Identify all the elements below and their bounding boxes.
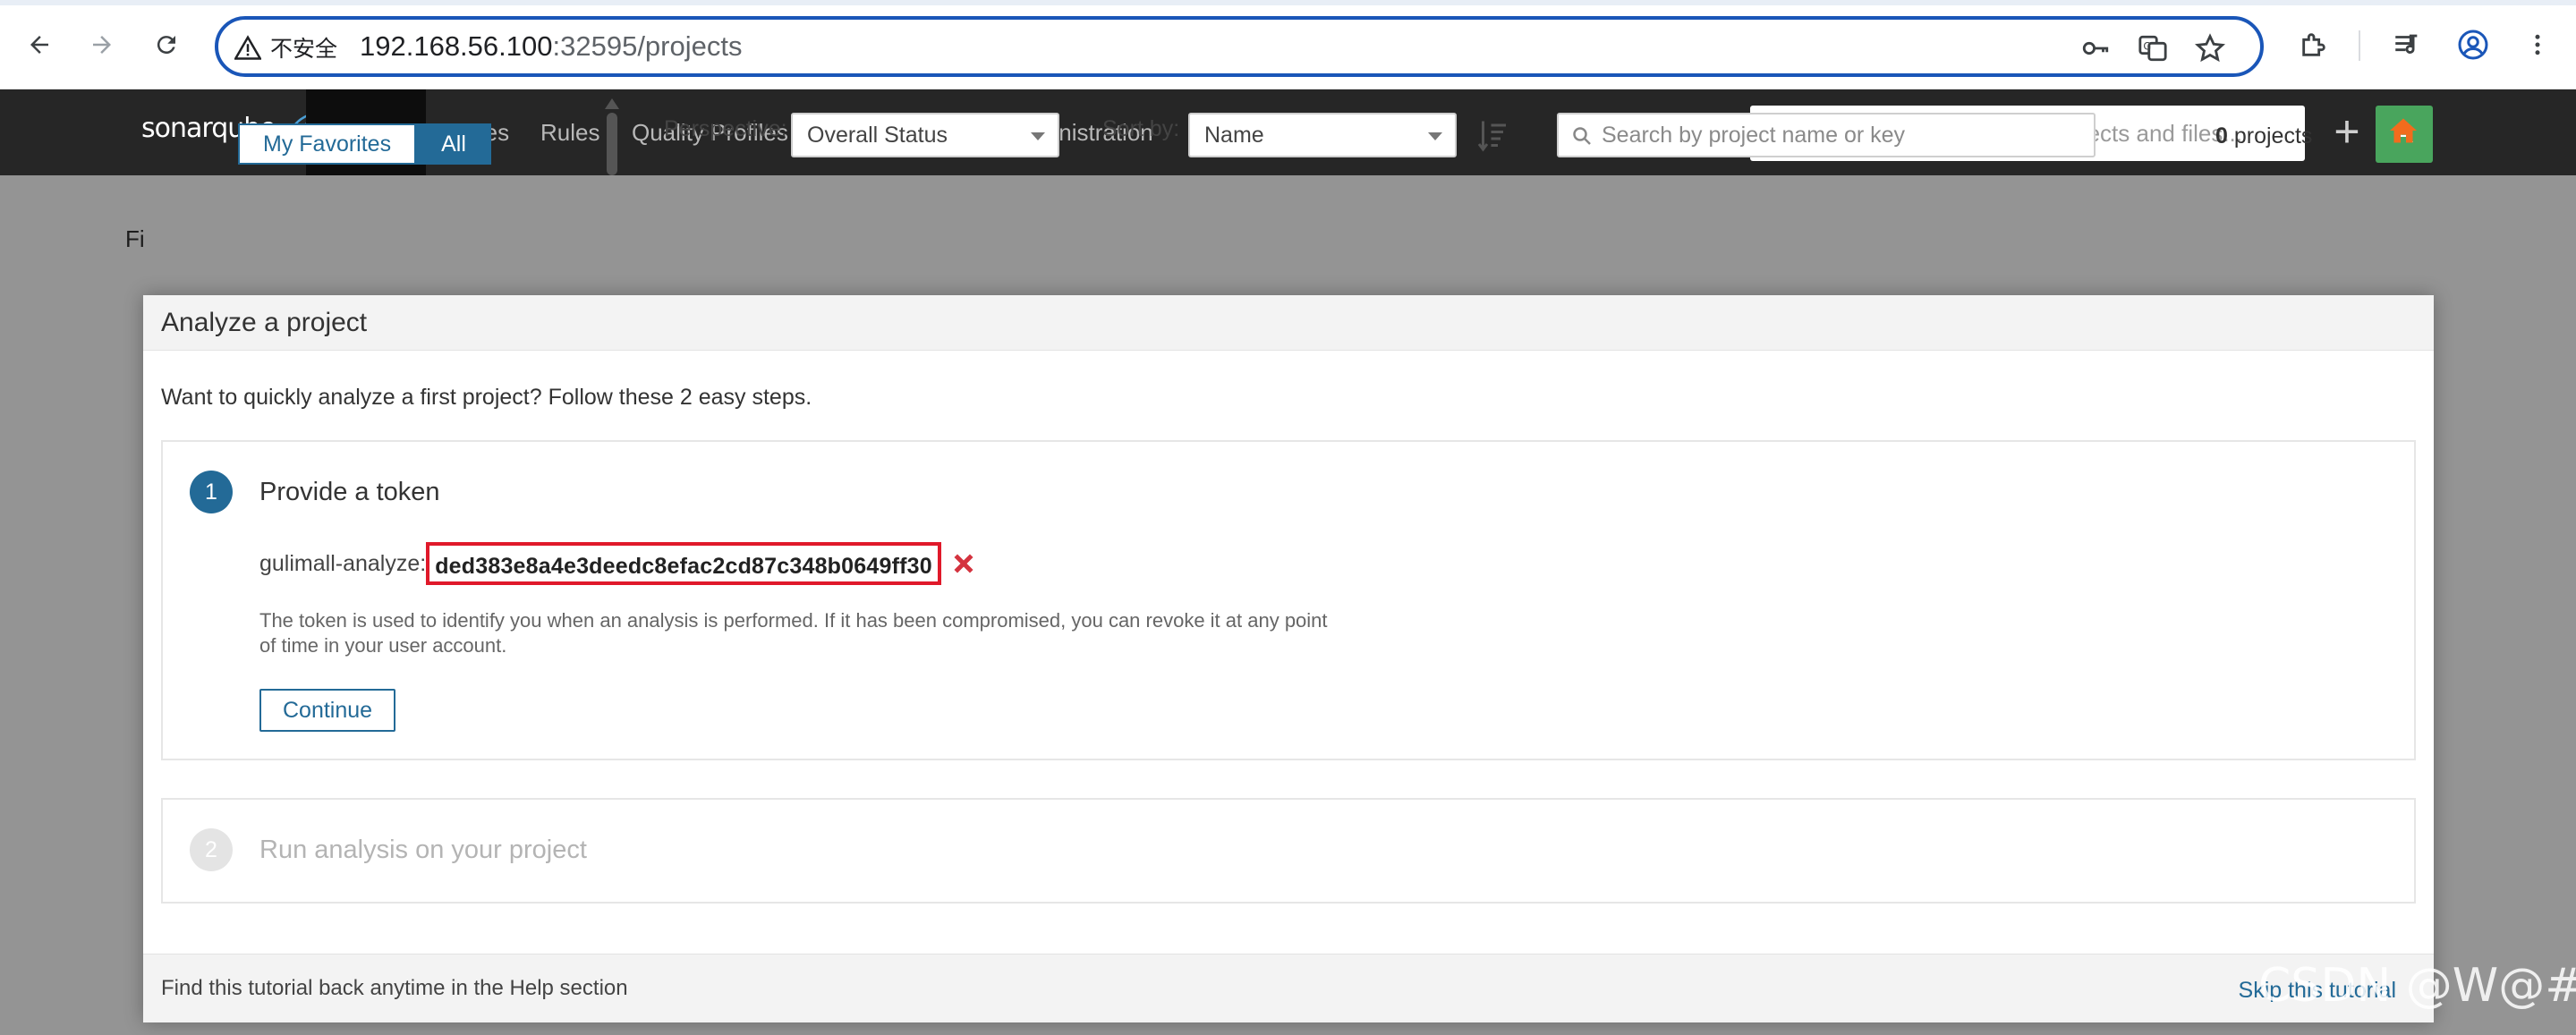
- project-search-input[interactable]: [1602, 115, 2085, 156]
- extensions-icon[interactable]: [2289, 20, 2339, 70]
- continue-button[interactable]: Continue: [259, 689, 396, 732]
- profile-icon[interactable]: [2448, 20, 2498, 70]
- reload-button[interactable]: [141, 20, 191, 70]
- modal-footer: Find this tutorial back anytime in the H…: [143, 954, 2434, 1022]
- perspective-select[interactable]: Overall Status: [791, 113, 1059, 157]
- project-search[interactable]: [1557, 113, 2096, 157]
- toolbar-divider: [2359, 30, 2360, 61]
- url-host: 192.168.56.100: [360, 30, 553, 62]
- chevron-down-icon: [1428, 132, 1442, 140]
- revoke-token-icon[interactable]: [950, 550, 977, 577]
- step-number: 1: [190, 471, 233, 513]
- step-run-analysis: 2 Run analysis on your project: [161, 798, 2416, 904]
- search-icon: [1573, 127, 1591, 145]
- url-text[interactable]: 192.168.56.100:32595/projects: [360, 30, 742, 63]
- token-name: gulimall-analyze:: [259, 550, 427, 576]
- back-button[interactable]: [14, 20, 64, 70]
- tab-strip: [0, 0, 2576, 5]
- create-plus-button[interactable]: +: [2323, 109, 2371, 157]
- reload-icon: [157, 36, 175, 55]
- step-provide-token: 1 Provide a token gulimall-analyze: ded3…: [161, 440, 2416, 760]
- sort-direction-icon[interactable]: [1476, 118, 1509, 154]
- csdn-watermark: CSDN @W@#: [2258, 959, 2576, 1013]
- project-count-number: 0: [2215, 123, 2228, 148]
- token-value[interactable]: ded383e8a4e3deedc8efac2cd87c348b0649ff30: [426, 542, 941, 585]
- favorites-toggle: My Favorites All: [238, 123, 491, 165]
- step-title: Provide a token: [259, 478, 440, 506]
- perspective-label: Perspective:: [664, 116, 787, 141]
- url-path: :32595/projects: [552, 30, 743, 62]
- bookmark-star-icon[interactable]: [2192, 30, 2228, 66]
- step-title: Run analysis on your project: [259, 836, 587, 864]
- forward-button[interactable]: [77, 20, 127, 70]
- password-key-icon[interactable]: [2078, 30, 2113, 66]
- modal-intro: Want to quickly analyze a first project?…: [161, 385, 812, 410]
- scroll-up-arrow-icon[interactable]: [605, 98, 619, 109]
- all-button[interactable]: All: [416, 123, 491, 165]
- security-indicator[interactable]: 不安全: [234, 32, 337, 63]
- sort-select[interactable]: Name: [1188, 113, 1457, 157]
- sidebar-scrollbar[interactable]: [605, 98, 619, 179]
- token-note: The token is used to identify you when a…: [259, 609, 1328, 657]
- footer-note: Find this tutorial back anytime in the H…: [161, 976, 628, 1000]
- home-icon[interactable]: [2387, 115, 2419, 147]
- translate-icon[interactable]: G: [2135, 30, 2171, 66]
- sort-label: Sort by:: [1102, 116, 1180, 141]
- project-count: 0 projects: [2215, 123, 2312, 149]
- address-bar[interactable]: 不安全 192.168.56.100:32595/projects G: [215, 16, 2264, 77]
- forward-arrow-icon: [93, 36, 111, 54]
- my-favorites-button[interactable]: My Favorites: [238, 123, 417, 165]
- analyze-project-modal: Analyze a project Want to quickly analyz…: [143, 295, 2434, 1022]
- step-number: 2: [190, 828, 233, 871]
- security-label: 不安全: [270, 37, 338, 62]
- nav-rules[interactable]: Rules: [523, 89, 617, 175]
- scroll-thumb[interactable]: [607, 113, 617, 175]
- sort-value: Name: [1204, 123, 1264, 148]
- modal-title: Analyze a project: [143, 295, 2434, 351]
- perspective-value: Overall Status: [807, 123, 948, 148]
- token-row: gulimall-analyze: ded383e8a4e3deedc8efac…: [259, 542, 977, 585]
- warning-icon: [234, 35, 261, 60]
- svg-text:G: G: [2143, 39, 2151, 52]
- chevron-down-icon: [1031, 132, 1045, 140]
- project-count-suffix: projects: [2227, 123, 2313, 148]
- media-controls-icon[interactable]: [2382, 20, 2432, 70]
- browser-menu-icon[interactable]: [2512, 20, 2563, 70]
- browser-toolbar: 不安全 192.168.56.100:32595/projects G: [0, 0, 2576, 89]
- back-arrow-icon: [30, 36, 48, 54]
